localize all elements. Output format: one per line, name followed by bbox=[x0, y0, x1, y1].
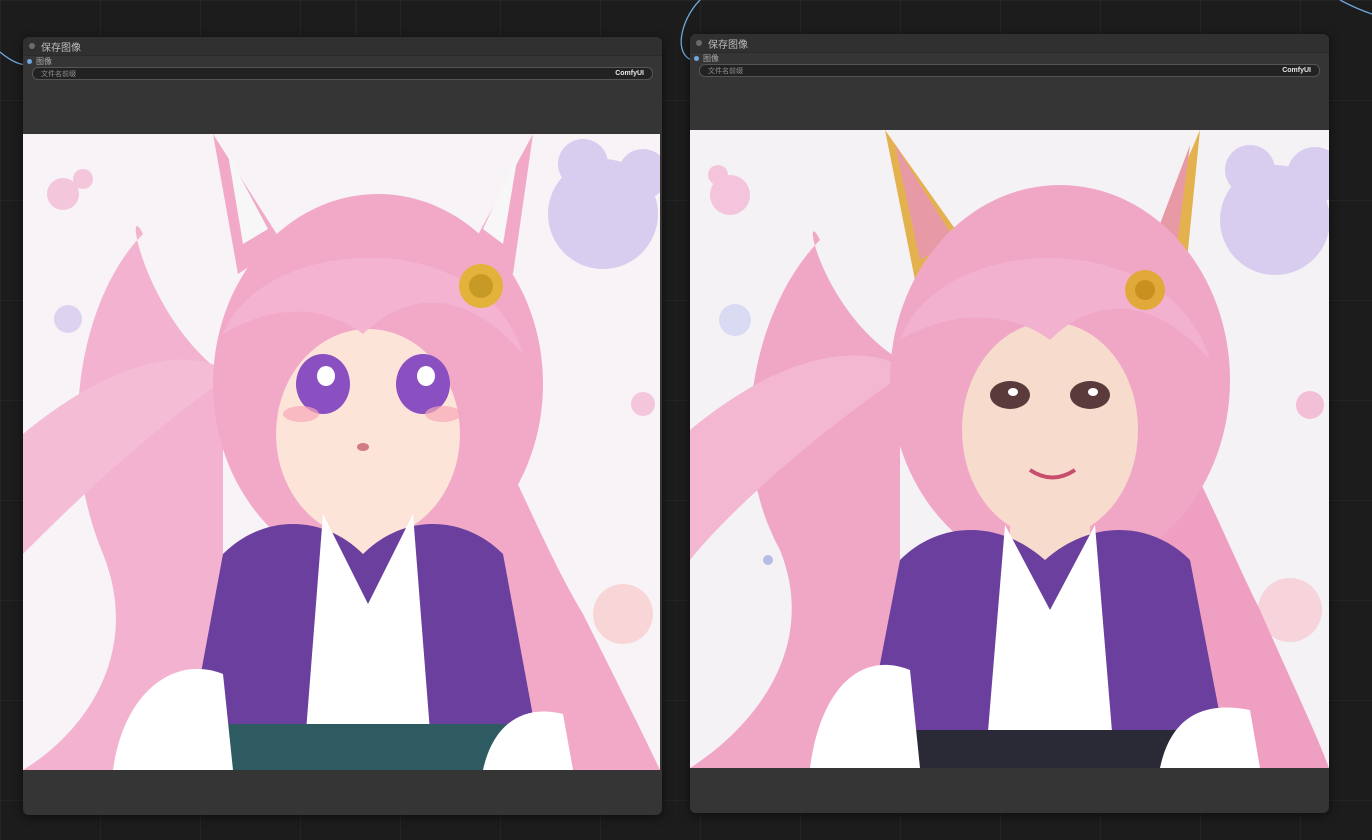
collapse-dot-icon[interactable] bbox=[29, 43, 35, 49]
filename-prefix-field[interactable]: 文件名前缀 ComfyUI bbox=[699, 64, 1320, 77]
input-label: 图像 bbox=[703, 54, 719, 63]
image-input-slot[interactable]: 图像 bbox=[23, 56, 662, 67]
node-title-bar[interactable]: 保存图像 bbox=[23, 37, 662, 56]
filename-prefix-field[interactable]: 文件名前缀 ComfyUI bbox=[32, 67, 653, 80]
node-title-bar[interactable]: 保存图像 bbox=[690, 34, 1329, 53]
save-image-node-2[interactable]: 保存图像 图像 文件名前缀 ComfyUI bbox=[690, 34, 1329, 813]
collapse-dot-icon[interactable] bbox=[696, 40, 702, 46]
node-title: 保存图像 bbox=[708, 39, 748, 51]
widget-value: ComfyUI bbox=[1282, 67, 1311, 74]
widget-label: 文件名前缀 bbox=[708, 67, 743, 75]
widget-label: 文件名前缀 bbox=[41, 70, 76, 78]
node-title: 保存图像 bbox=[41, 42, 81, 54]
image-input-slot[interactable]: 图像 bbox=[690, 53, 1329, 64]
widget-value: ComfyUI bbox=[615, 70, 644, 77]
realistic-girl-image bbox=[690, 130, 1329, 768]
save-image-node-1[interactable]: 保存图像 图像 文件名前缀 ComfyUI bbox=[23, 37, 662, 815]
input-connector-icon[interactable] bbox=[694, 56, 699, 61]
image-preview bbox=[690, 130, 1329, 768]
anime-girl-image bbox=[23, 134, 660, 770]
image-preview bbox=[23, 134, 660, 770]
input-label: 图像 bbox=[36, 57, 52, 66]
input-connector-icon[interactable] bbox=[27, 59, 32, 64]
